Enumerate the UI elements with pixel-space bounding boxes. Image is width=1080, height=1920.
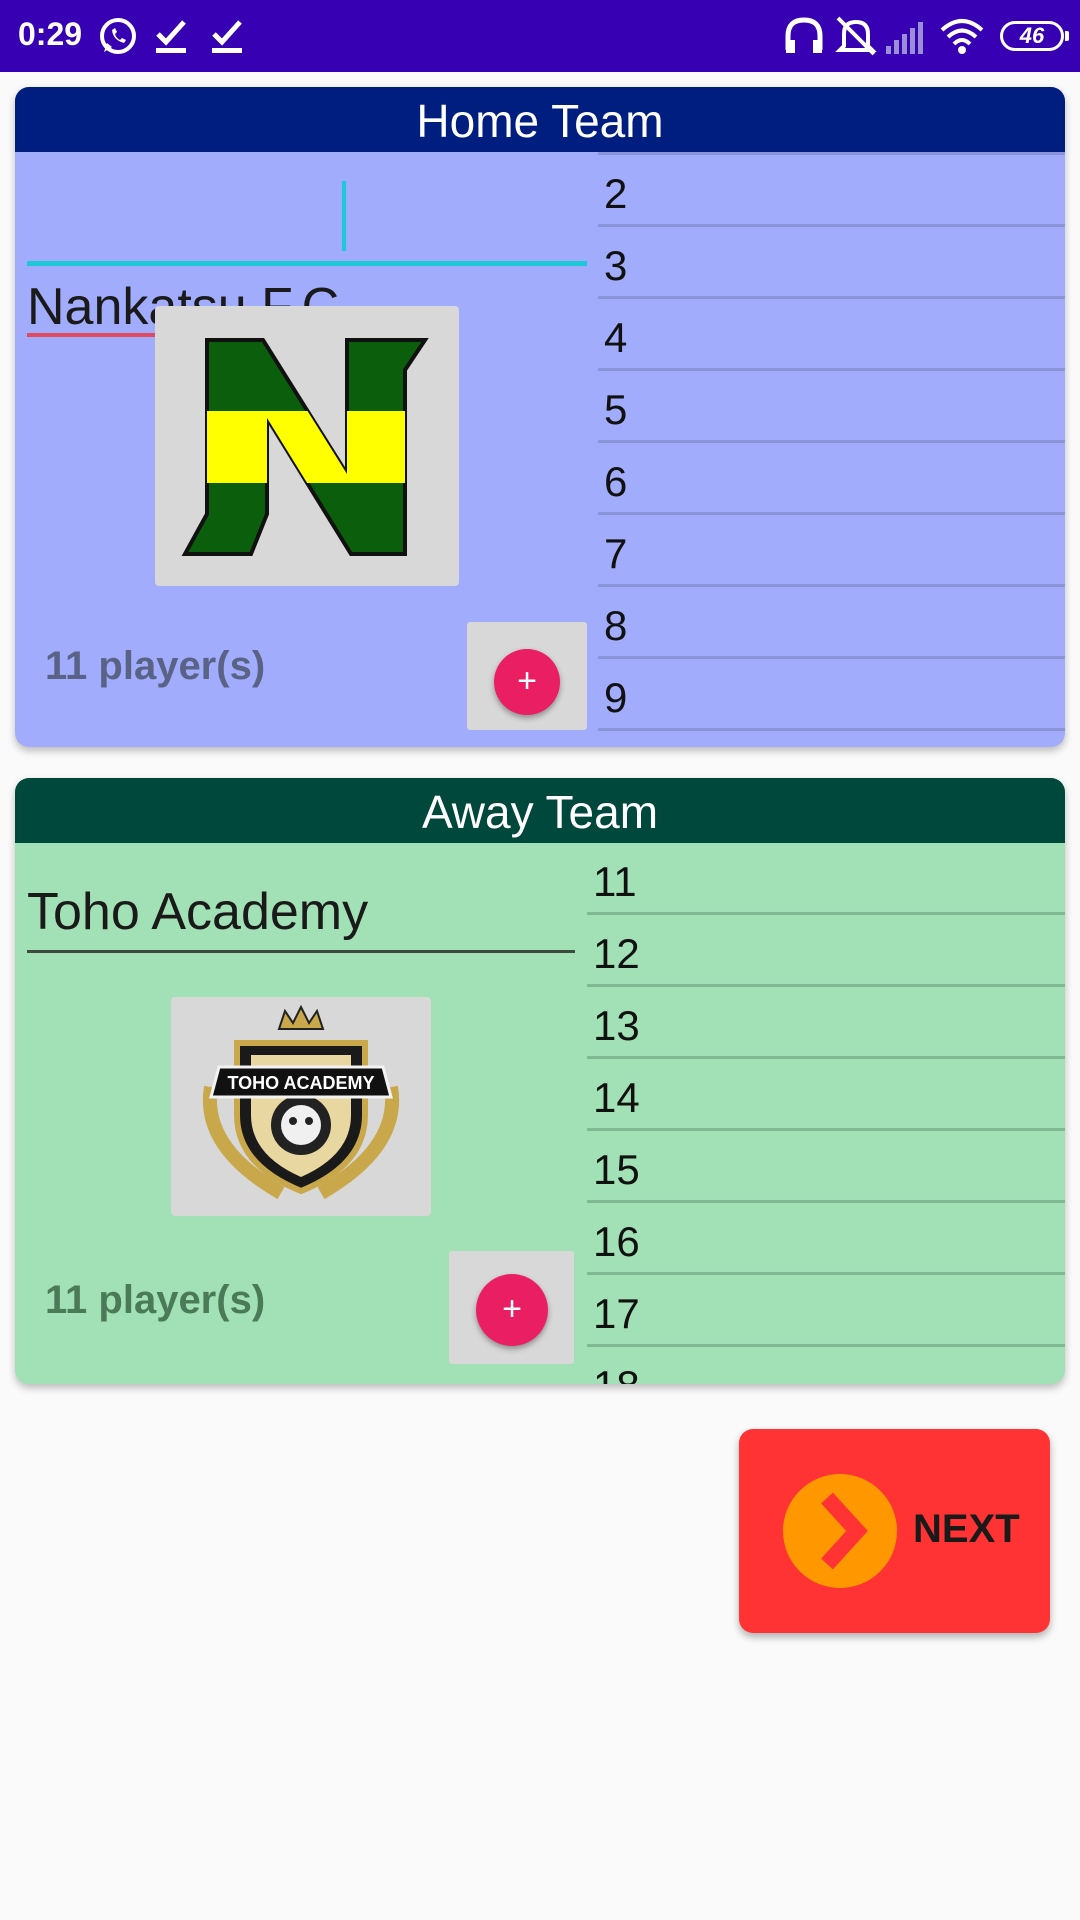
home-player-list[interactable]: 2 3 4 5 6 7 8 9 — [598, 152, 1065, 734]
bell-off-icon — [835, 16, 877, 56]
list-item[interactable]: 12 — [587, 915, 1065, 987]
home-team-logo[interactable] — [155, 306, 459, 586]
away-team-logo[interactable]: TOHO ACADEMY — [171, 997, 431, 1216]
home-add-player-button[interactable]: + — [494, 649, 560, 715]
wifi-icon — [940, 19, 984, 54]
list-item[interactable]: 14 — [587, 1059, 1065, 1131]
list-item[interactable]: 15 — [587, 1131, 1065, 1203]
away-add-player-area: + — [449, 1251, 574, 1364]
list-item[interactable]: 2 — [598, 155, 1065, 227]
next-label: NEXT — [913, 1507, 1020, 1551]
list-item[interactable]: 4 — [598, 299, 1065, 371]
away-name-underline — [27, 950, 575, 953]
list-item[interactable]: 5 — [598, 371, 1065, 443]
away-add-player-button[interactable]: + — [476, 1274, 548, 1346]
check-icon — [212, 20, 242, 53]
list-item[interactable]: 11 — [587, 843, 1065, 915]
next-button[interactable]: NEXT — [739, 1429, 1050, 1633]
home-add-player-area: + — [467, 622, 587, 730]
away-player-count: 11 player(s) — [45, 1278, 266, 1322]
signal-icon — [886, 22, 923, 54]
whatsapp-icon — [100, 18, 136, 54]
home-name-underline — [27, 261, 587, 266]
home-team-card: Home Team Nankatsu F.C 11 player(s) + 2 … — [15, 87, 1065, 747]
list-item[interactable]: 18 — [587, 1347, 1065, 1384]
list-item[interactable]: 9 — [598, 659, 1065, 731]
status-bar: 0:29 46 — [0, 0, 1080, 72]
away-team-header: Away Team — [15, 778, 1065, 843]
away-team-card: Away Team Toho Academy TOHO ACADEMY 11 p… — [15, 778, 1065, 1384]
home-player-count: 11 player(s) — [45, 644, 266, 688]
nankatsu-logo-icon — [181, 338, 429, 556]
chevron-right-icon — [783, 1474, 897, 1588]
battery-icon: 46 — [1000, 21, 1069, 51]
list-item[interactable]: 13 — [587, 987, 1065, 1059]
away-team-name-input[interactable]: Toho Academy — [27, 882, 368, 942]
list-item[interactable]: 16 — [587, 1203, 1065, 1275]
list-item[interactable]: 3 — [598, 227, 1065, 299]
away-player-list[interactable]: 11 12 13 14 15 16 17 18 — [587, 843, 1065, 1384]
status-time: 0:29 — [18, 16, 83, 52]
check-icon — [156, 20, 186, 53]
headphones-icon — [785, 17, 823, 53]
list-item[interactable]: 6 — [598, 443, 1065, 515]
list-item[interactable]: 7 — [598, 515, 1065, 587]
text-cursor — [342, 181, 346, 251]
list-item[interactable]: 17 — [587, 1275, 1065, 1347]
list-item[interactable]: 8 — [598, 587, 1065, 659]
toho-academy-crest-icon: TOHO ACADEMY — [202, 1004, 400, 1200]
battery-level: 46 — [1019, 23, 1045, 48]
home-team-header: Home Team — [15, 87, 1065, 152]
toho-logo-text: TOHO ACADEMY — [227, 1073, 374, 1093]
